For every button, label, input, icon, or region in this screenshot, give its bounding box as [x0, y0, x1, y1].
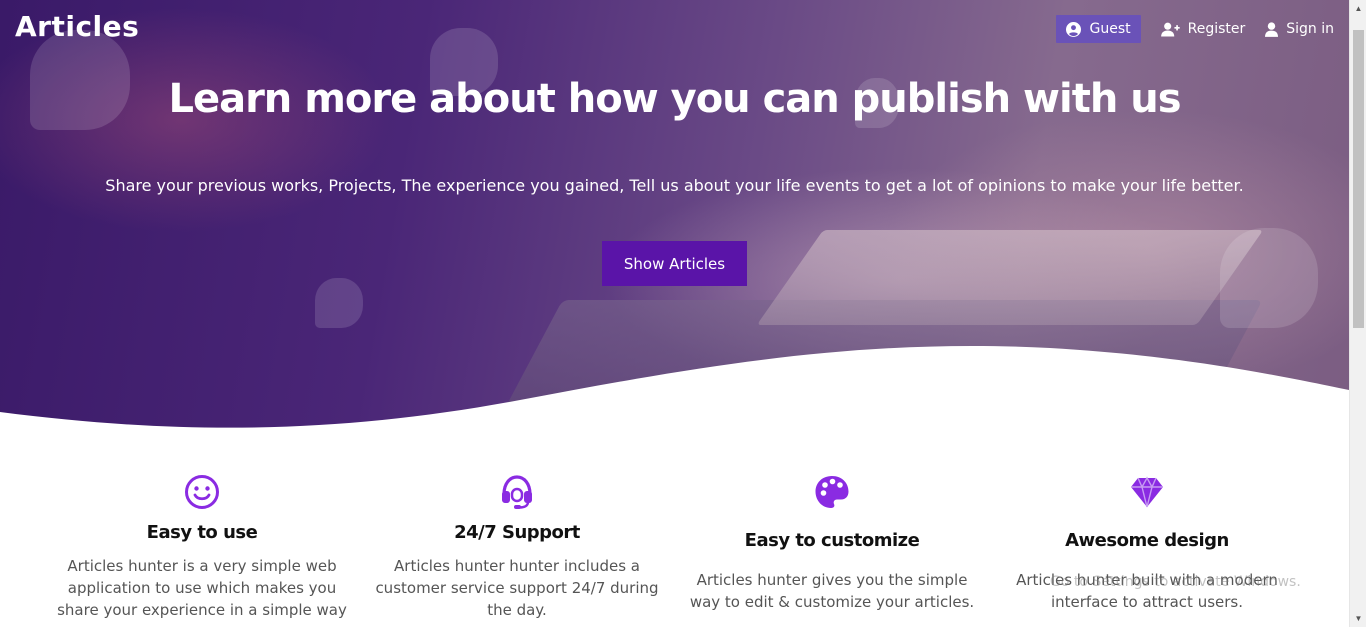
feature-title: Awesome design [1065, 530, 1229, 551]
hero-background-tablet [756, 230, 1264, 325]
register-label: Register [1187, 21, 1246, 37]
user-plus-icon [1160, 22, 1180, 37]
hero-section: Articles Guest Register Sign in Learn mo… [0, 0, 1349, 430]
hero-wave-divider [0, 345, 1349, 430]
page: Articles Guest Register Sign in Learn mo… [0, 0, 1349, 627]
decorative-blob [1220, 228, 1318, 328]
user-icon [1265, 21, 1279, 37]
feature-text: Articles hunter is a very simple web app… [57, 557, 347, 619]
scrollbar-thumb[interactable] [1353, 30, 1364, 328]
brand-logo[interactable]: Articles [15, 10, 139, 43]
feature-title: Easy to use [146, 522, 258, 543]
show-articles-button[interactable]: Show Articles [602, 241, 747, 286]
feature-card-customize: Easy to customize Articles hunter gives … [682, 474, 982, 613]
feature-title: Easy to customize [744, 530, 920, 551]
vertical-scrollbar[interactable]: ▲ ▼ [1349, 0, 1366, 627]
register-link[interactable]: Register [1160, 15, 1246, 43]
signin-label: Sign in [1286, 21, 1334, 37]
top-nav: Guest Register Sign in [1056, 15, 1334, 43]
guest-label: Guest [1089, 21, 1131, 37]
feature-card-design: Awesome design Articles hunter built wit… [997, 474, 1297, 613]
scroll-up-arrow-icon[interactable]: ▲ [1350, 0, 1366, 17]
smile-icon [185, 475, 219, 509]
feature-text: Articles hunter gives you the simple way… [689, 571, 975, 611]
guest-badge[interactable]: Guest [1056, 15, 1141, 43]
hero-subtitle: Share your previous works, Projects, The… [105, 176, 1244, 195]
feature-text: Articles hunter hunter includes a custom… [375, 557, 659, 619]
user-circle-icon [1066, 21, 1082, 37]
feature-card-easy-to-use: Easy to use Articles hunter is a very si… [52, 474, 352, 621]
decorative-blob [315, 278, 363, 328]
hero-title: Learn more about how you can publish wit… [168, 76, 1181, 122]
feature-title: 24/7 Support [454, 522, 580, 543]
gem-icon [1131, 476, 1163, 508]
scroll-down-arrow-icon[interactable]: ▼ [1350, 610, 1366, 627]
headset-icon [502, 475, 532, 509]
palette-icon [815, 476, 849, 508]
windows-activation-watermark: Go to Settings to activate Windows. [1050, 574, 1301, 590]
feature-card-support: 24/7 Support Articles hunter hunter incl… [367, 474, 667, 621]
signin-link[interactable]: Sign in [1265, 15, 1334, 43]
